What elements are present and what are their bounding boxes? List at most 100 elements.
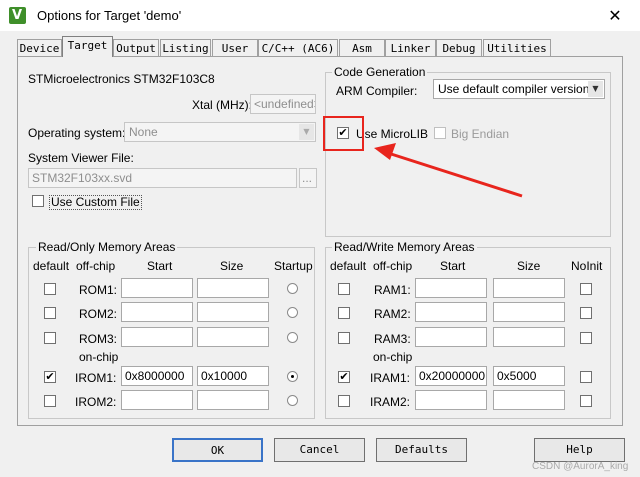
ro-header-size: Size xyxy=(220,259,244,273)
ro-row-name: ROM2: xyxy=(79,307,118,321)
ro-start-field[interactable] xyxy=(121,302,193,322)
ro-default-checkbox[interactable] xyxy=(44,395,56,407)
rw-default-checkbox[interactable] xyxy=(338,283,350,295)
ro-header-default: default xyxy=(33,259,70,273)
ro-startup-radio[interactable] xyxy=(287,307,298,318)
ro-size-field[interactable] xyxy=(197,390,269,410)
xtal-field[interactable]: <undefined> xyxy=(250,94,316,114)
help-button[interactable]: Help xyxy=(534,438,625,462)
chevron-down-icon: ▼ xyxy=(588,81,603,97)
ro-header-offchip: off-chip xyxy=(76,259,116,273)
os-select[interactable]: None ▼ xyxy=(124,122,316,142)
ro-startup-radio[interactable] xyxy=(287,332,298,343)
tab-output[interactable]: Output xyxy=(113,39,159,56)
rw-start-field[interactable]: 0x20000000 xyxy=(415,366,487,386)
custom-file-label: Use Custom File xyxy=(49,195,142,210)
device-name: STMicroelectronics STM32F103C8 xyxy=(28,72,215,86)
rw-start-field[interactable] xyxy=(415,390,487,410)
rw-default-checkbox[interactable] xyxy=(338,307,350,319)
svd-field[interactable]: STM32F103xx.svd xyxy=(28,168,297,188)
defaults-button[interactable]: Defaults xyxy=(376,438,467,462)
rw-noinit-checkbox[interactable] xyxy=(580,283,592,295)
rw-noinit-checkbox[interactable] xyxy=(580,332,592,344)
tab-listing[interactable]: Listing xyxy=(160,39,211,56)
ro-size-field[interactable]: 0x10000 xyxy=(197,366,269,386)
ro-startup-radio[interactable] xyxy=(287,371,298,382)
ro-default-checkbox[interactable] xyxy=(44,332,56,344)
chevron-down-icon: ▼ xyxy=(299,124,314,140)
rw-noinit-checkbox[interactable] xyxy=(580,371,592,383)
ro-row-name: IROM2: xyxy=(75,395,117,409)
ro-header-start: Start xyxy=(147,259,173,273)
compiler-value: Use default compiler version 6 xyxy=(438,82,600,96)
rw-start-field[interactable] xyxy=(415,327,487,347)
code-generation-title: Code Generation xyxy=(332,65,428,79)
cancel-button[interactable]: Cancel xyxy=(274,438,365,462)
ro-size-field[interactable] xyxy=(197,327,269,347)
rw-size-field[interactable] xyxy=(493,302,565,322)
custom-file-checkbox[interactable] xyxy=(32,195,44,207)
rw-onchip-label: on-chip xyxy=(373,350,413,364)
checkmark-icon: ✔ xyxy=(45,370,55,383)
rw-header-start: Start xyxy=(440,259,466,273)
rw-header-noinit: NoInit xyxy=(571,259,603,273)
rw-size-field[interactable]: 0x5000 xyxy=(493,366,565,386)
rw-size-field[interactable] xyxy=(493,278,565,298)
compiler-select[interactable]: Use default compiler version 6 ▼ xyxy=(433,79,605,99)
tab-asm[interactable]: Asm xyxy=(339,39,385,56)
os-label: Operating system: xyxy=(28,126,126,140)
window-title: Options for Target 'demo' xyxy=(37,8,182,23)
ro-row-name: ROM3: xyxy=(79,332,118,346)
ro-startup-radio[interactable] xyxy=(287,283,298,294)
rw-noinit-checkbox[interactable] xyxy=(580,395,592,407)
rw-header-size: Size xyxy=(517,259,541,273)
ro-header-startup: Startup xyxy=(274,259,313,273)
ro-size-field[interactable] xyxy=(197,302,269,322)
big-endian-label: Big Endian xyxy=(451,127,510,141)
rw-row-name: RAM1: xyxy=(374,283,411,297)
ro-onchip-label: on-chip xyxy=(79,350,119,364)
tab-utilities[interactable]: Utilities xyxy=(483,39,551,56)
ro-size-field[interactable] xyxy=(197,278,269,298)
os-value: None xyxy=(129,125,158,139)
ro-default-checkbox[interactable] xyxy=(44,307,56,319)
rw-header-offchip: off-chip xyxy=(373,259,413,273)
tab-device[interactable]: Device xyxy=(17,39,62,56)
rw-noinit-checkbox[interactable] xyxy=(580,307,592,319)
ro-startup-radio[interactable] xyxy=(287,395,298,406)
ro-start-field[interactable] xyxy=(121,327,193,347)
ok-button[interactable]: OK xyxy=(172,438,263,462)
rw-size-field[interactable] xyxy=(493,327,565,347)
tab-cpp[interactable]: C/C++ (AC6) xyxy=(258,39,338,56)
rw-size-field[interactable] xyxy=(493,390,565,410)
ro-default-checkbox[interactable]: ✔ xyxy=(44,371,56,383)
rw-row-name: RAM3: xyxy=(374,332,411,346)
tab-debug[interactable]: Debug xyxy=(436,39,482,56)
ro-start-field[interactable]: 0x8000000 xyxy=(121,366,193,386)
compiler-label: ARM Compiler: xyxy=(336,84,418,98)
close-icon[interactable]: ✕ xyxy=(602,5,628,27)
rw-row-name: IRAM2: xyxy=(370,395,411,409)
rw-default-checkbox[interactable]: ✔ xyxy=(338,371,350,383)
xtal-label: Xtal (MHz): xyxy=(192,98,252,112)
rw-default-checkbox[interactable] xyxy=(338,332,350,344)
ro-memory-title: Read/Only Memory Areas xyxy=(36,240,178,254)
microlib-label: Use MicroLIB xyxy=(356,127,429,141)
highlight-box xyxy=(323,116,364,151)
svd-browse-button[interactable]: ... xyxy=(299,168,317,188)
tab-user[interactable]: User xyxy=(212,39,258,56)
ro-start-field[interactable] xyxy=(121,278,193,298)
tab-linker[interactable]: Linker xyxy=(385,39,436,56)
rw-default-checkbox[interactable] xyxy=(338,395,350,407)
app-icon: V xyxy=(9,7,26,24)
rw-header-default: default xyxy=(330,259,367,273)
tab-target[interactable]: Target xyxy=(62,36,113,57)
rw-row-name: IRAM1: xyxy=(370,371,411,385)
rw-memory-title: Read/Write Memory Areas xyxy=(332,240,477,254)
big-endian-checkbox[interactable] xyxy=(434,127,446,139)
ro-default-checkbox[interactable] xyxy=(44,283,56,295)
ro-start-field[interactable] xyxy=(121,390,193,410)
rw-start-field[interactable] xyxy=(415,278,487,298)
rw-start-field[interactable] xyxy=(415,302,487,322)
rw-row-name: RAM2: xyxy=(374,307,411,321)
